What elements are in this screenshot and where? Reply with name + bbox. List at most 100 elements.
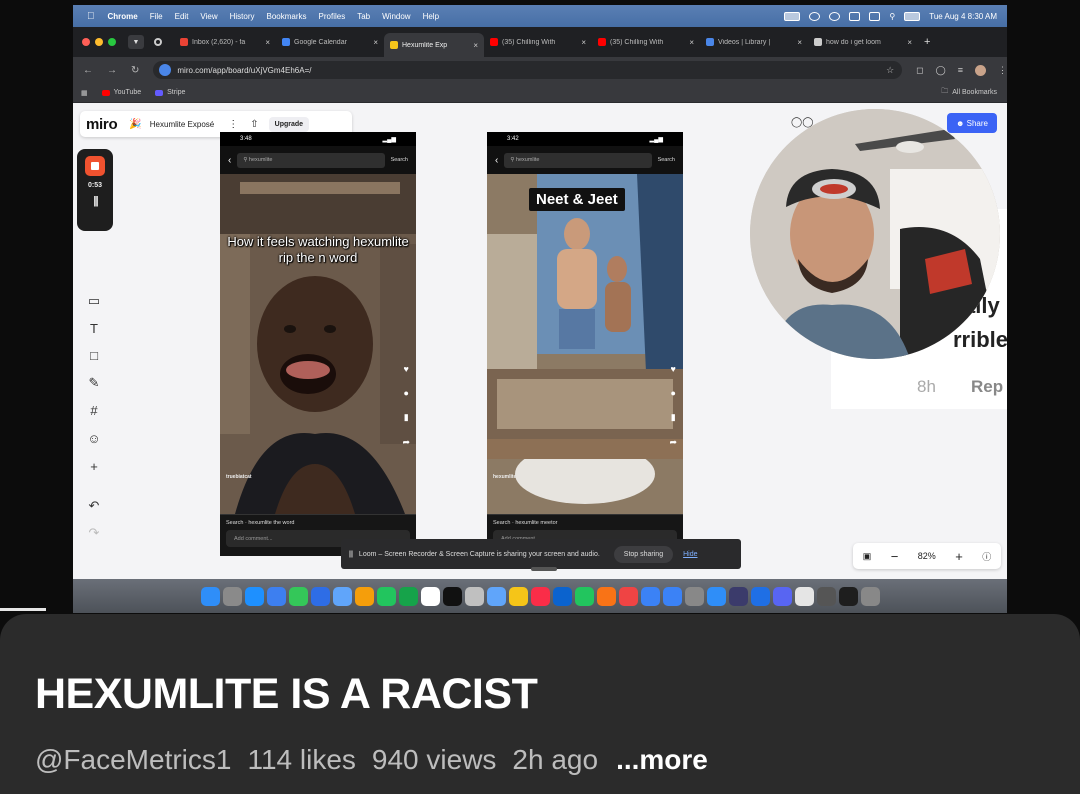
- phone-signal-icon: ▂▄▆: [382, 136, 396, 143]
- video-username: hexumlite: [493, 474, 517, 480]
- dock-app-icon: [706, 586, 726, 606]
- menubar-clock: Tue Aug 4 8:30 AM: [929, 11, 997, 21]
- party-icon: 🎉: [129, 118, 142, 130]
- stripe-icon: [155, 89, 164, 96]
- gmail-icon: [180, 38, 188, 46]
- phone-search-text: hexumlite: [248, 157, 273, 163]
- board-text-line: rrible: [953, 327, 1007, 352]
- video-info-panel: HEXUMLITE IS A RACIST @FaceMetrics1 114 …: [0, 614, 1080, 794]
- more-description-button[interactable]: ...more: [616, 744, 708, 776]
- minimize-window-icon: [95, 38, 103, 46]
- browser-tab: Videos | Library | ×: [700, 31, 808, 53]
- video-still: How it feels watching hexumlite rip the …: [220, 174, 416, 514]
- add-tool-icon: +: [90, 458, 98, 474]
- close-tab-icon: ×: [373, 37, 378, 47]
- tab-title: Videos | Library |: [718, 38, 771, 46]
- like-count: 114 likes: [247, 744, 356, 775]
- tab-title: Hexumlite Exp: [402, 41, 448, 49]
- apps-icon: ▦: [81, 89, 88, 97]
- hide-banner-link: Hide: [683, 550, 698, 558]
- video-progress-bar[interactable]: [0, 608, 46, 611]
- zoom-level: 82%: [917, 551, 936, 561]
- phone-search-button: Search: [390, 157, 408, 163]
- loom-banner-pause-icon: ||: [349, 550, 353, 558]
- video-title: HEXUMLITE IS A RACIST: [35, 670, 538, 718]
- window-controls: [73, 38, 116, 46]
- dock-app-icon: [376, 586, 396, 606]
- browser-tab-active: Hexumlite Exp ×: [384, 33, 484, 57]
- status-icons: ⚲ Tue Aug 4 8:30 AM: [784, 11, 1007, 21]
- dock-app-icon: [618, 586, 638, 606]
- profile-avatar: [975, 64, 986, 76]
- menu-view: View: [192, 11, 217, 21]
- phone-time: 3:42: [507, 136, 519, 142]
- channel-handle[interactable]: @FaceMetrics1: [35, 744, 231, 776]
- bookmark-star-icon: ☆: [886, 64, 895, 75]
- phone-search-text: hexumlite: [515, 157, 540, 163]
- phone-search-field: ⚲ hexumlite: [504, 152, 652, 168]
- heart-icon: ♥: [670, 364, 676, 374]
- browser-tab: (35) Chilling With ×: [592, 31, 700, 53]
- banner-drag-handle: [531, 567, 557, 571]
- board-text-time: 8h: [917, 377, 936, 396]
- board-text-reply: Rep: [971, 377, 1004, 396]
- bookmark-label: Stripe: [167, 89, 186, 96]
- tiktok-screenshot-2: 3:42 ▂▄▆ ‹ ⚲ hexumlite Search Neet & Jee…: [487, 132, 683, 556]
- menu-dots-icon: ⋮: [998, 64, 1007, 75]
- video-still-image: [487, 174, 683, 514]
- google-icon: [814, 38, 822, 46]
- phone-search-row: ‹ ⚲ hexumlite Search: [220, 146, 416, 174]
- zoom-controls: ▣ − 82% + ⓘ: [853, 543, 1001, 569]
- wifi-icon: [849, 11, 861, 21]
- extension-icon: ◻: [916, 64, 924, 75]
- menu-edit: Edit: [167, 11, 189, 21]
- zoom-out-icon: −: [890, 548, 899, 564]
- dock-app-icon: [222, 586, 242, 606]
- video-frame[interactable]:  Chrome File Edit View History Bookmark…: [73, 5, 1007, 613]
- youtube-icon: [598, 38, 606, 46]
- menu-tab: Tab: [349, 11, 370, 21]
- address-bar: miro.com/app/board/uXjVGm4Eh6A=/ ☆: [153, 61, 903, 79]
- record-tab-icon: [154, 38, 162, 46]
- dock-app-icon: [332, 586, 352, 606]
- calendar-icon: [282, 38, 290, 46]
- dock-app-icon: [816, 586, 836, 606]
- bookmark-stripe: Stripe: [155, 89, 185, 96]
- engagement-icons: ♥ ● ▮ ➦: [402, 364, 410, 448]
- phone-status-bar: 3:42 ▂▄▆: [487, 132, 683, 146]
- dock-app-icon: [596, 586, 616, 606]
- shapes-icon: □: [90, 348, 98, 364]
- tab-title: Inbox (2,620) - fa: [192, 38, 246, 46]
- tab-title: (35) Chilling With: [610, 38, 664, 46]
- control-center-icon: [904, 11, 921, 21]
- new-tab-icon: +: [924, 36, 931, 48]
- browser-tab: (35) Chilling With ×: [484, 31, 592, 53]
- video-caption: truebiatcat: [226, 474, 252, 481]
- fit-screen-icon: ▣: [862, 550, 872, 561]
- browser-tab: Google Calendar ×: [276, 31, 384, 53]
- dock-app-icon: [640, 586, 660, 606]
- close-tab-icon: ×: [581, 37, 586, 47]
- dock-app-icon: [200, 586, 220, 606]
- tiktok-screenshot-1: 3:48 ▂▄▆ ‹ ⚲ hexumlite Search How it fee…: [220, 132, 416, 556]
- loom-timer: 0:53: [87, 182, 102, 189]
- menu-help: Help: [415, 11, 439, 21]
- apple-icon: : [87, 11, 95, 22]
- extension-icon: ◯: [935, 64, 946, 75]
- engagement-icons: ♥ ● ▮ ➦: [669, 364, 677, 448]
- bookmark-youtube: YouTube: [101, 89, 141, 96]
- share-arrow-icon: ➦: [402, 437, 410, 447]
- dock-app-icon: [508, 586, 528, 606]
- close-tab-icon: ×: [689, 37, 694, 47]
- macos-dock: [73, 579, 1007, 613]
- site-info-icon: [159, 64, 172, 76]
- comment-icon: ●: [670, 388, 676, 398]
- bookmark-icon: ▮: [403, 412, 409, 422]
- loom-sharing-banner: || Loom – Screen Recorder & Screen Captu…: [341, 539, 741, 569]
- miro-tab-icon: [390, 41, 398, 49]
- bookmark-icon: ▮: [670, 412, 676, 422]
- loom-status-icon: [809, 11, 821, 21]
- video-still: Neet & Jeet hexumlite ♥ ● ▮ ➦: [487, 174, 683, 514]
- upgrade-button: Upgrade: [268, 116, 310, 132]
- dock-app-icon: [310, 586, 330, 606]
